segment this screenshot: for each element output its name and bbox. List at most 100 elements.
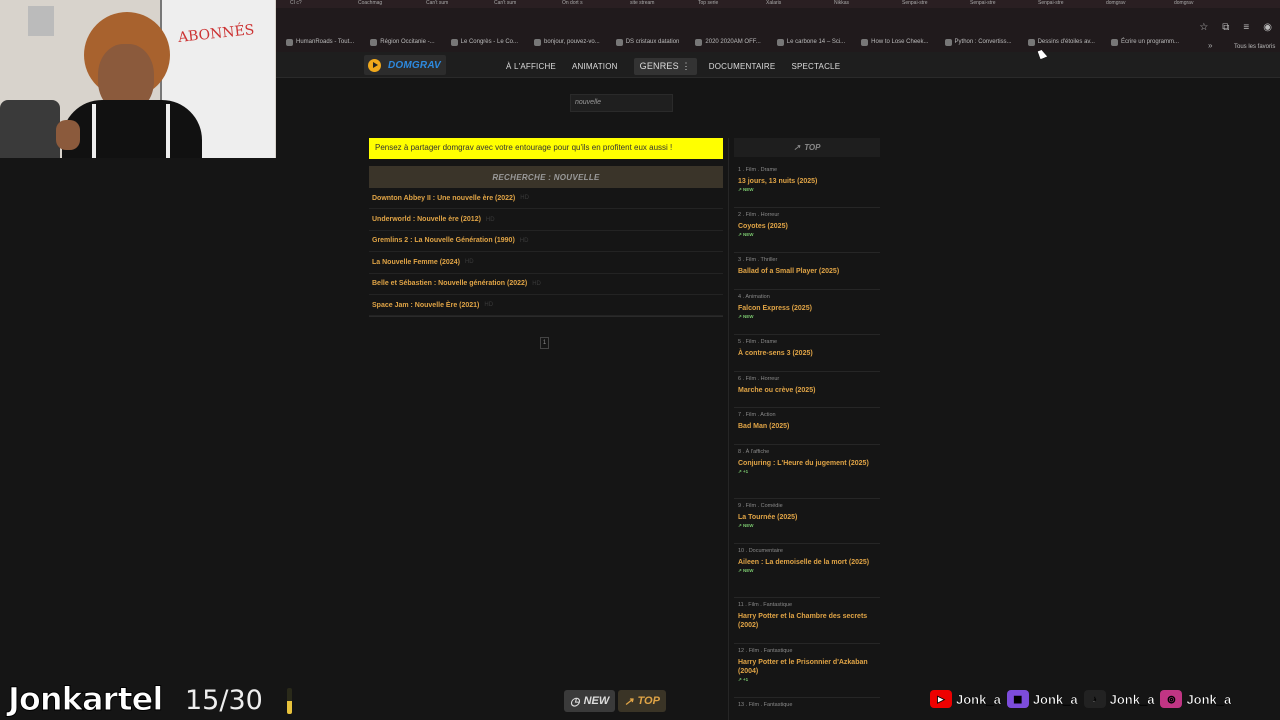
social-tiktok: ♪ Jonk_a	[1083, 690, 1155, 708]
result-row[interactable]: Downton Abbey II : Une nouvelle ère (202…	[369, 188, 723, 210]
top-item[interactable]: 1 . Film . Drame 13 jours, 13 nuits (2025…	[738, 167, 880, 193]
bookmark-item[interactable]: 2020 2020AM OFF...	[695, 38, 761, 46]
extensions-icon[interactable]: ⧉	[1222, 22, 1229, 33]
result-title-link[interactable]: Gremlins 2 : La Nouvelle Génération (199…	[372, 237, 515, 244]
top-item[interactable]: 4 . Animation Falcon Express (2025) ↗ NEW	[738, 294, 880, 320]
result-row[interactable]: Belle et Sébastien : Nouvelle génération…	[369, 274, 723, 295]
browser-tab[interactable]: Can't sum	[494, 0, 554, 8]
top-item-divider	[734, 643, 880, 644]
bookmark-item[interactable]: HumanRoads - Tout...	[286, 38, 354, 46]
result-title-link[interactable]: Space Jam : Nouvelle Ère (2021)	[372, 302, 479, 309]
browser-tab[interactable]: On dort s	[562, 0, 622, 8]
social-instagram: ◎ Jonk_a	[1160, 690, 1231, 708]
bookmark-item[interactable]: Dessins d'étoiles av...	[1027, 38, 1095, 46]
star-icon[interactable]: ☆	[1199, 22, 1208, 33]
bookmark-item[interactable]: DS cristaux datation	[615, 38, 680, 46]
nav-a-laffiche[interactable]: À L'AFFICHE	[506, 62, 556, 71]
top-item-title[interactable]: À contre-sens 3 (2025)	[738, 349, 880, 358]
top-item[interactable]: 5 . Film . Drame À contre-sens 3 (2025)	[738, 339, 880, 358]
bookmark-favicon-icon	[1110, 38, 1118, 46]
media-icon[interactable]: ≡	[1243, 22, 1249, 33]
result-quality-tag: HD	[532, 280, 541, 287]
nav-genres[interactable]: GENRES ⋮	[633, 58, 697, 75]
top-item-title[interactable]: Harry Potter et le Prisonnier d'Azkaban …	[738, 658, 880, 676]
top-item[interactable]: 13 . Film . Fantastique	[738, 702, 880, 708]
top-item-title[interactable]: Harry Potter et la Chambre des secrets (…	[738, 612, 880, 630]
search-input[interactable]: nouvelle	[570, 94, 673, 112]
result-row[interactable]: Underworld : Nouvelle ère (2012) HD	[369, 209, 723, 231]
top-item-title[interactable]: La Tournée (2025)	[738, 513, 880, 522]
top-item[interactable]: 10 . Documentaire Aileen : La demoiselle …	[738, 548, 880, 574]
bookmark-item[interactable]: Région Occitanie -...	[370, 38, 435, 46]
play-icon	[368, 58, 381, 72]
top-item[interactable]: 11 . Film . Fantastique Harry Potter et l…	[738, 602, 880, 630]
result-quality-tag: HD	[464, 259, 474, 266]
bookmark-favicon-icon	[286, 38, 293, 46]
browser-tab[interactable]: Nikkas	[834, 0, 894, 8]
top-item-badge: NEW	[743, 187, 754, 192]
browser-tab[interactable]: site stream	[630, 0, 690, 8]
top-item-title[interactable]: Marche ou crève (2025)	[738, 386, 880, 395]
top-item-meta: 11 . Film . Fantastique	[738, 602, 793, 608]
tiktok-handle: Jonk_a	[1109, 691, 1155, 707]
top-item[interactable]: 7 . Film . Action Bad Man (2025)	[738, 412, 880, 431]
result-row[interactable]: La Nouvelle Femme (2024) HD	[369, 252, 723, 274]
top-item-title[interactable]: Conjuring : L'Heure du jugement (2025)	[738, 459, 880, 468]
bookmark-label: Le Congrès - Le Co...	[460, 39, 518, 45]
browser-tab[interactable]: domgrav	[1174, 0, 1234, 8]
tiktok-icon: ♪	[1083, 690, 1106, 708]
bookmark-item[interactable]: Le carbone 14 – Sci...	[776, 38, 845, 46]
top-item-title[interactable]: Coyotes (2025)	[738, 222, 880, 231]
all-bookmarks-link[interactable]: Tous les favoris	[1234, 44, 1275, 50]
bookmarks-overflow-button[interactable]: »	[1208, 41, 1212, 50]
top-item-title[interactable]: Ballad of a Small Player (2025)	[738, 267, 880, 276]
pagination-page-1[interactable]: 1	[540, 337, 549, 349]
top-item[interactable]: 12 . Film . Fantastique Harry Potter et l…	[738, 648, 880, 683]
top-item[interactable]: 3 . Film . Thriller Ballad of a Small Pla…	[738, 257, 880, 276]
top-item-meta: 5 . Film . Drame	[738, 339, 778, 345]
top-item-title[interactable]: Aileen : La demoiselle de la mort (2025)	[738, 558, 880, 567]
bookmark-favicon-icon	[861, 38, 869, 46]
bookmark-label: 2020 2020AM OFF...	[705, 39, 761, 45]
result-title-link[interactable]: Underworld : Nouvelle ère (2012)	[372, 216, 481, 223]
top-item[interactable]: 9 . Film . Comédie La Tournée (2025) ↗ NEW	[738, 503, 880, 529]
top-item-title[interactable]: 13 jours, 13 nuits (2025)	[738, 177, 880, 186]
top-item[interactable]: 2 . Film . Horreur Coyotes (2025) ↗ NEW	[738, 212, 880, 238]
webcam-overlay: ABONNÉS	[0, 0, 276, 158]
result-row[interactable]: Space Jam : Nouvelle Ère (2021) HD	[369, 295, 723, 317]
browser-tab[interactable]: Senpai-stre	[902, 0, 962, 8]
bookmark-label: DS cristaux datation	[625, 39, 680, 45]
top-item-title[interactable]: Bad Man (2025)	[738, 422, 880, 431]
nav-animation[interactable]: ANIMATION	[572, 62, 618, 71]
browser-tab[interactable]: Senpai-stre	[1038, 0, 1098, 8]
browser-tab[interactable]: CI c?	[290, 0, 350, 8]
result-title-link[interactable]: Belle et Sébastien : Nouvelle génération…	[372, 280, 527, 287]
top-item-meta: 12 . Film . Fantastique	[738, 648, 793, 654]
bookmark-item[interactable]: bonjour, pouvez-vo...	[534, 38, 600, 46]
top-item[interactable]: 6 . Film . Horreur Marche ou crève (2025)	[738, 376, 880, 395]
top-item[interactable]: 8 . À l'affiche Conjuring : L'Heure du ju…	[738, 449, 880, 475]
new-badge-label: NEW	[583, 695, 610, 707]
browser-tab[interactable]: Xalaris	[766, 0, 826, 8]
bookmark-item[interactable]: Le Congrès - Le Co...	[450, 38, 518, 46]
profile-icon[interactable]: ◉	[1263, 22, 1272, 33]
bookmark-item[interactable]: Python : Convertiss...	[944, 38, 1012, 46]
browser-tab[interactable]: Coachmag	[358, 0, 418, 8]
top-item-divider	[734, 597, 880, 598]
nav-documentaire[interactable]: DOCUMENTAIRE	[709, 62, 776, 71]
result-row[interactable]: Gremlins 2 : La Nouvelle Génération (199…	[369, 231, 723, 253]
browser-tab[interactable]: Senpai-stre	[970, 0, 1030, 8]
bookmark-item[interactable]: How to Lose Cheek...	[861, 38, 929, 46]
browser-tab[interactable]: Top serie	[698, 0, 758, 8]
result-title-link[interactable]: Downton Abbey II : Une nouvelle ère (202…	[372, 195, 515, 202]
browser-tab[interactable]: Can't sum	[426, 0, 486, 8]
result-title-link[interactable]: La Nouvelle Femme (2024)	[372, 259, 460, 266]
youtube-handle: Jonk_a	[956, 691, 1001, 707]
nav-spectacle[interactable]: SPECTACLE	[791, 62, 840, 71]
browser-tab[interactable]: domgrav	[1106, 0, 1166, 8]
site-logo[interactable]: DOMGRAV	[364, 55, 446, 75]
top-item-title[interactable]: Falcon Express (2025)	[738, 304, 880, 313]
bookmark-favicon-icon	[776, 38, 784, 46]
more-vertical-icon: ⋮	[681, 61, 691, 71]
bookmark-item[interactable]: Écrire un programm...	[1110, 38, 1179, 46]
